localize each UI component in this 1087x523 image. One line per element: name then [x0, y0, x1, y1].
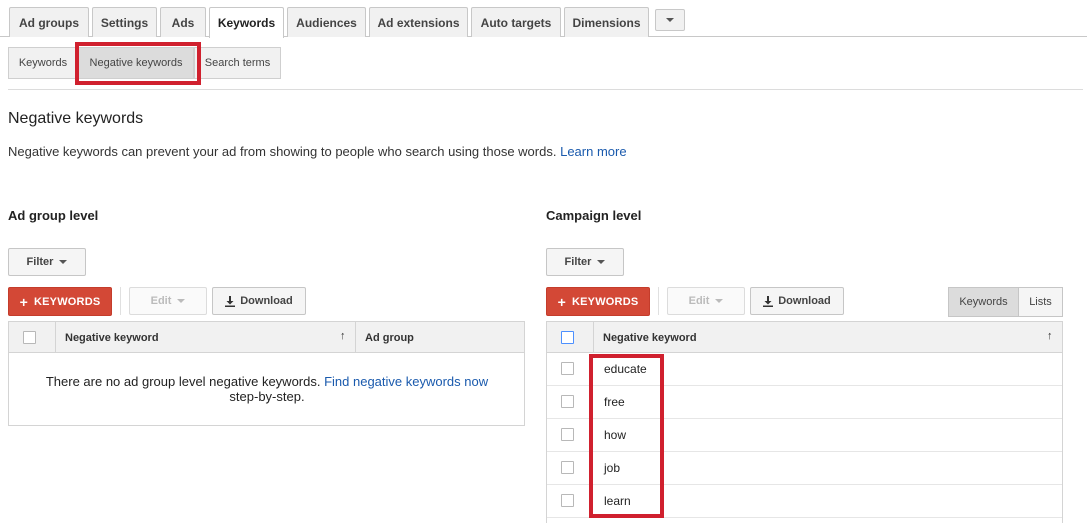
tab-keywords[interactable]: Keywords: [209, 7, 284, 38]
column-header-ad-group[interactable]: Ad group: [365, 322, 414, 353]
campaign-add-keywords-button[interactable]: + KEYWORDS: [546, 287, 650, 316]
download-label: Download: [778, 295, 831, 307]
find-negative-keywords-link[interactable]: Find negative keywords now: [324, 374, 488, 389]
ad-group-download-button[interactable]: Download: [212, 287, 306, 315]
empty-text: There are no ad group level negative key…: [45, 374, 321, 389]
tab-auto-targets[interactable]: Auto targets: [471, 7, 561, 37]
table-header: Negative keyword ↑: [547, 322, 1062, 353]
row-checkbox[interactable]: [561, 461, 574, 474]
download-label: Download: [240, 295, 293, 307]
dropdown-caret-icon: [177, 299, 186, 303]
sort-up-arrow-icon[interactable]: ↑: [340, 330, 346, 342]
column-header-negative-keyword[interactable]: Negative keyword: [65, 322, 159, 353]
add-keywords-label: KEYWORDS: [572, 295, 639, 308]
description-text: Negative keywords can prevent your ad fr…: [8, 144, 557, 159]
tab-ad-extensions[interactable]: Ad extensions: [369, 7, 468, 37]
column-separator: [55, 322, 56, 353]
subtab-search-terms[interactable]: Search terms: [194, 47, 281, 79]
campaign-filter-button[interactable]: Filter: [546, 248, 624, 276]
highlight-box-keywords: [589, 354, 664, 518]
filter-label: Filter: [26, 256, 54, 268]
row-checkbox[interactable]: [561, 395, 574, 408]
tab-ad-groups[interactable]: Ad groups: [9, 7, 89, 37]
campaign-download-button[interactable]: Download: [750, 287, 844, 315]
add-keywords-label: KEYWORDS: [34, 295, 101, 308]
select-all-checkbox[interactable]: [23, 331, 36, 344]
select-all-checkbox[interactable]: [561, 331, 574, 344]
column-header-negative-keyword[interactable]: Negative keyword: [603, 322, 697, 353]
column-separator: [355, 322, 356, 353]
plus-icon: +: [557, 293, 566, 310]
ad-group-add-keywords-button[interactable]: + KEYWORDS: [8, 287, 112, 316]
toolbar-separator: [658, 287, 659, 315]
more-tabs-button[interactable]: [655, 9, 685, 31]
ad-group-negative-keywords-table: Negative keyword ↑ Ad group There are no…: [8, 321, 525, 426]
tab-dimensions[interactable]: Dimensions: [564, 7, 649, 37]
filter-label: Filter: [564, 256, 592, 268]
top-tab-bar: Ad groups Settings Ads Keywords Audience…: [0, 0, 1087, 38]
dropdown-caret-icon: [59, 260, 68, 264]
divider: [8, 89, 1083, 90]
dropdown-caret-icon: [597, 260, 606, 264]
edit-label: Edit: [150, 295, 172, 307]
download-icon: [763, 295, 774, 307]
page-description: Negative keywords can prevent your ad fr…: [8, 144, 627, 159]
toolbar-separator: [120, 287, 121, 315]
empty-suffix: step-by-step.: [229, 389, 305, 404]
empty-state-message: There are no ad group level negative key…: [9, 374, 525, 404]
view-toggle-keywords[interactable]: Keywords: [948, 287, 1019, 317]
highlight-box-subtab: [75, 42, 201, 85]
row-checkbox[interactable]: [561, 362, 574, 375]
tab-ads[interactable]: Ads: [160, 7, 206, 37]
ad-group-edit-button[interactable]: Edit: [129, 287, 207, 315]
dropdown-caret-icon: [666, 18, 674, 22]
table-header: Negative keyword ↑ Ad group: [9, 322, 524, 353]
edit-label: Edit: [688, 295, 710, 307]
page-title: Negative keywords: [8, 110, 144, 127]
tab-settings[interactable]: Settings: [92, 7, 157, 37]
campaign-level-title: Campaign level: [546, 208, 642, 223]
column-separator: [593, 322, 594, 353]
subtab-keywords[interactable]: Keywords: [8, 47, 78, 79]
sort-up-arrow-icon[interactable]: ↑: [1047, 330, 1053, 342]
row-checkbox[interactable]: [561, 494, 574, 507]
campaign-edit-button[interactable]: Edit: [667, 287, 745, 315]
view-toggle-lists[interactable]: Lists: [1018, 287, 1063, 317]
tab-audiences[interactable]: Audiences: [287, 7, 366, 37]
plus-icon: +: [19, 293, 28, 310]
learn-more-link[interactable]: Learn more: [560, 144, 626, 159]
ad-group-filter-button[interactable]: Filter: [8, 248, 86, 276]
ad-group-level-title: Ad group level: [8, 208, 99, 223]
row-checkbox[interactable]: [561, 428, 574, 441]
dropdown-caret-icon: [715, 299, 724, 303]
download-icon: [225, 295, 236, 307]
